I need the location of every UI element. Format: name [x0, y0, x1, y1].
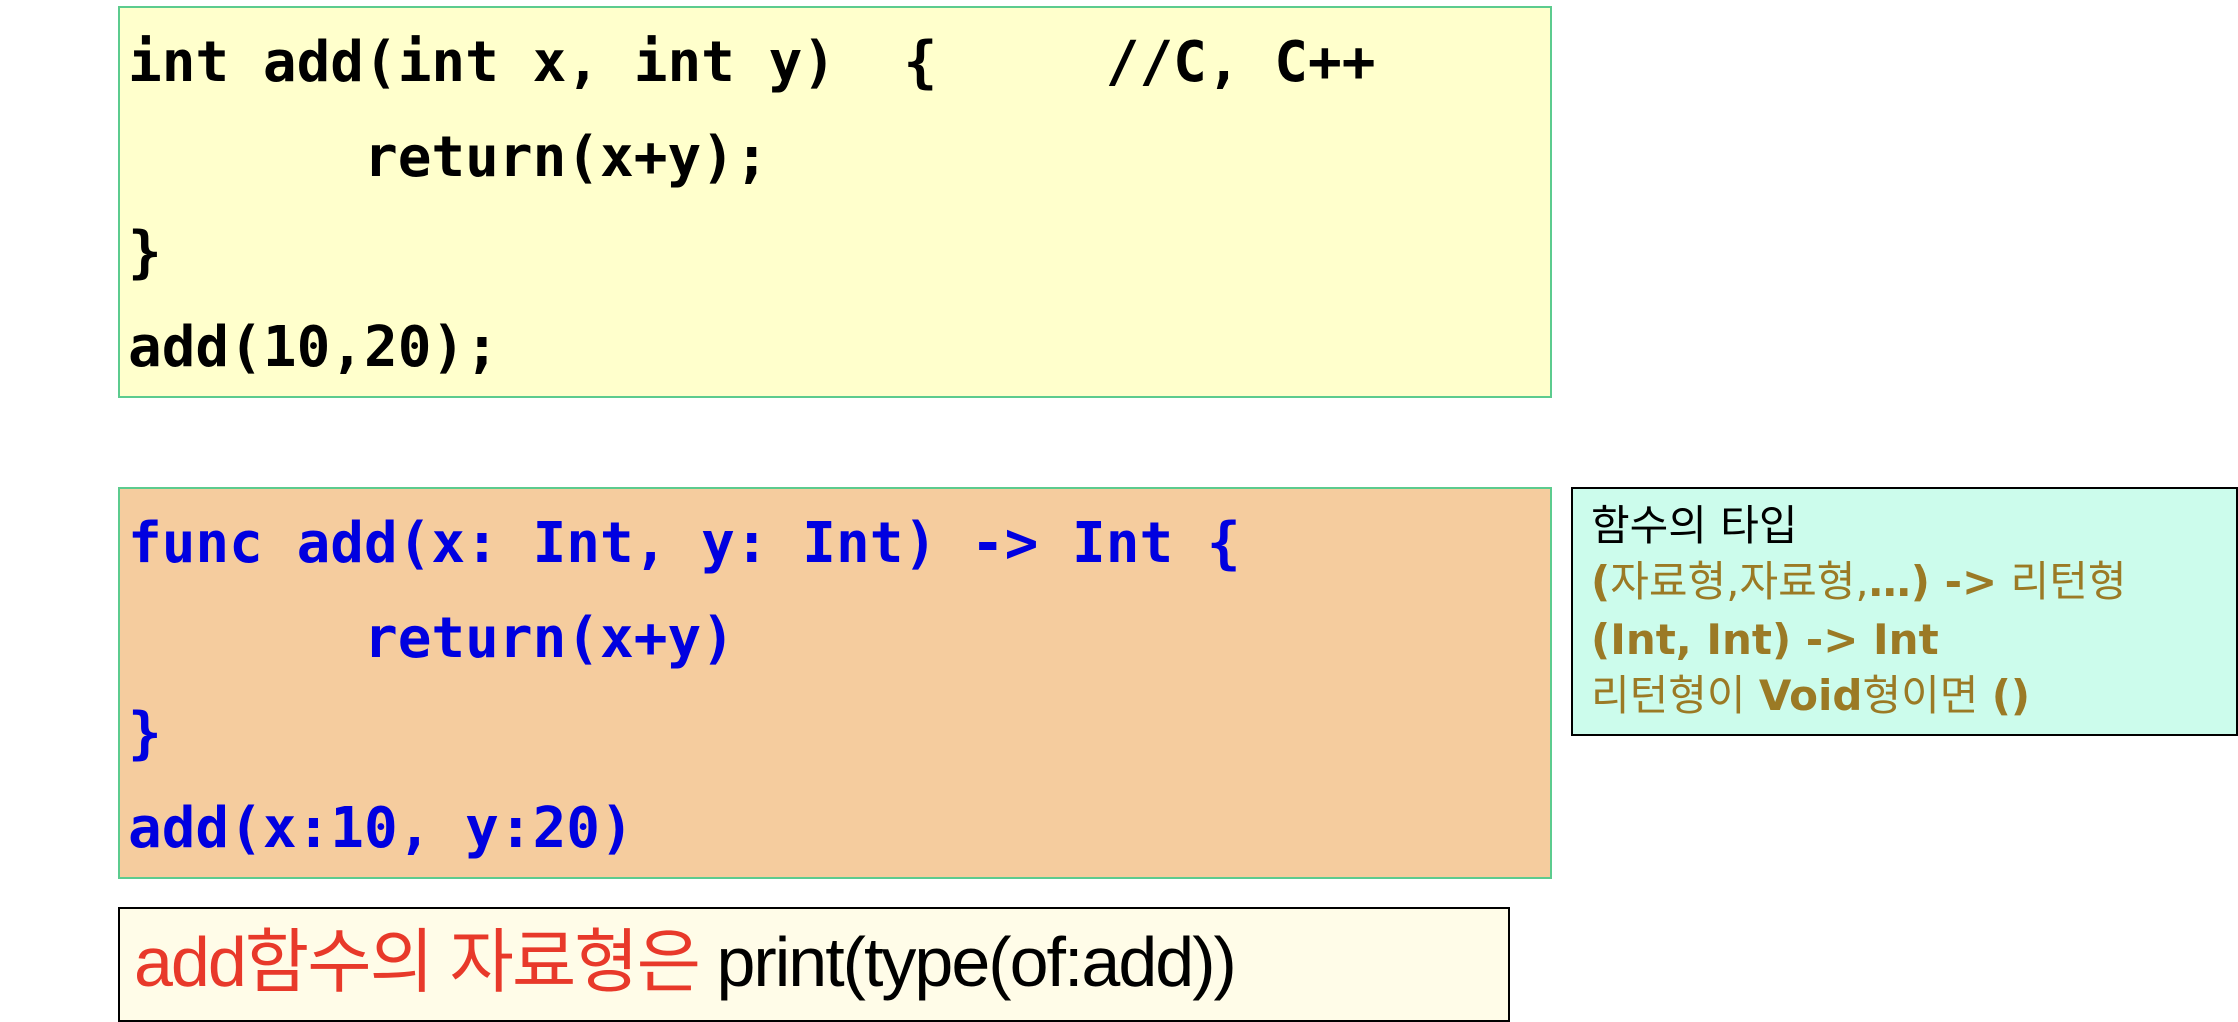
- note-line-2-text: (Int, Int) -> Int: [1591, 615, 1939, 664]
- swift-code-line-1: func add(x: Int, y: Int) -> Int {: [128, 511, 1241, 576]
- caption-code-text: print(type(of:add)): [716, 923, 1237, 1001]
- note-line-3-void: Void: [1758, 671, 1863, 720]
- note-line-1-open: (: [1591, 557, 1611, 606]
- c-code-line-2: return(x+y);: [128, 125, 769, 190]
- note-line-1: (자료형,자료형,…) -> 리턴형: [1591, 553, 2126, 611]
- caption-korean-text: add함수의 자료형은: [134, 923, 717, 1001]
- note-line-3-paren: (): [1991, 671, 2031, 720]
- c-code-line-1: int add(int x, int y) { //C, C++: [128, 30, 1376, 95]
- note-line-3-part1: 리턴형이: [1591, 671, 1759, 720]
- c-code-line-3: }: [128, 220, 162, 285]
- note-heading: 함수의 타입: [1591, 501, 1798, 550]
- swift-code-line-4: add(x:10, y:20): [128, 796, 634, 861]
- function-type-note: 함수의 타입 (자료형,자료형,…) -> 리턴형 (Int, Int) -> …: [1571, 487, 2238, 736]
- c-code-line-4: add(10,20);: [128, 315, 499, 380]
- swift-code-line-3: }: [128, 701, 162, 766]
- note-line-1-end: 리턴형: [1997, 557, 2127, 606]
- swift-code-block: func add(x: Int, y: Int) -> Int { return…: [118, 487, 1552, 879]
- note-line-1-middle: 자료형,자료형,: [1610, 557, 1869, 606]
- type-of-add-caption: add함수의 자료형은 print(type(of:add)): [118, 907, 1510, 1022]
- caption-text: add함수의 자료형은 print(type(of:add)): [134, 917, 1237, 1007]
- note-line-3-part2: 형이면: [1862, 671, 1992, 720]
- c-code-block: int add(int x, int y) { //C, C++ return(…: [118, 6, 1552, 398]
- note-line-2: (Int, Int) -> Int: [1591, 611, 1939, 669]
- swift-code-line-2: return(x+y): [128, 606, 735, 671]
- note-line-1-close: …) ->: [1868, 557, 1998, 606]
- note-line-3: 리턴형이 Void형이면 (): [1591, 667, 2030, 725]
